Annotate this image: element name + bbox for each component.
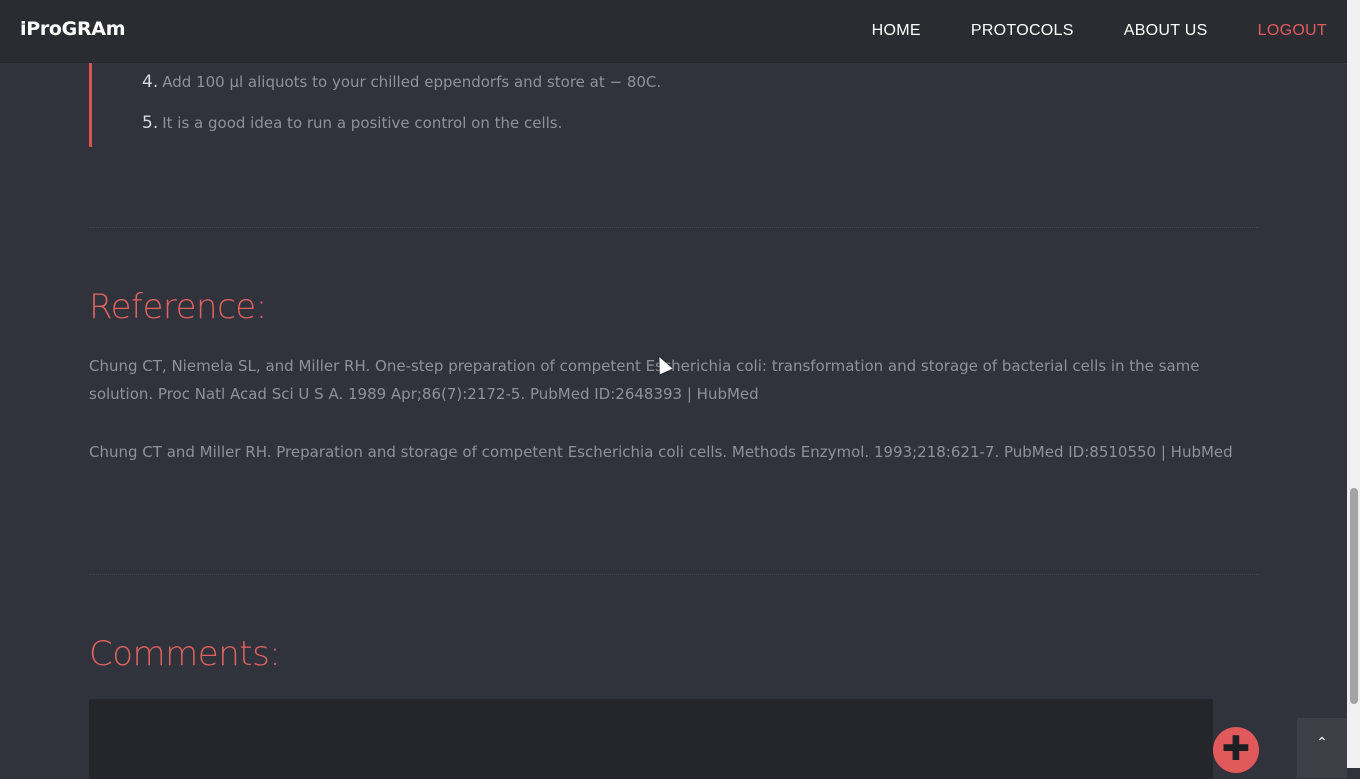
nav-about-us[interactable]: ABOUT US [1124,22,1208,40]
nav-home[interactable]: HOME [872,22,921,40]
step-text: It is a good idea to run a positive cont… [162,114,563,132]
step-number: 4. [142,72,159,92]
section-divider [89,227,1259,228]
reference-title: Reference: [89,287,267,327]
nav-logout[interactable]: LOGOUT [1258,22,1327,40]
nav-links: HOME PROTOCOLS ABOUT US LOGOUT [872,22,1327,40]
reference-entry: Chung CT and Miller RH. Preparation and … [89,443,1233,461]
chevron-up-icon: ⌃ [1316,735,1328,751]
step-item: 5. It is a good idea to run a positive c… [142,113,562,133]
step-text: Add 100 µl aliquots to your chilled eppe… [162,73,662,91]
nav-protocols[interactable]: PROTOCOLS [971,22,1074,40]
brand-logo[interactable]: iProGRAm [20,18,126,40]
plus-icon: ✚ [1221,729,1251,769]
comment-box[interactable] [89,699,1213,779]
section-divider [89,574,1259,575]
step-number: 5. [142,113,159,133]
protocol-steps: 4. Add 100 µl aliquots to your chilled e… [89,62,1092,147]
scrollbar-thumb[interactable] [1350,488,1358,704]
main-content: 4. Add 100 µl aliquots to your chilled e… [0,0,1347,779]
step-item: 4. Add 100 µl aliquots to your chilled e… [142,72,661,92]
comments-title: Comments: [89,634,281,674]
scroll-top-button[interactable]: ⌃ [1297,718,1347,778]
top-navbar: iProGRAm HOME PROTOCOLS ABOUT US LOGOUT [0,0,1347,63]
add-comment-button[interactable]: ✚ [1213,727,1259,773]
